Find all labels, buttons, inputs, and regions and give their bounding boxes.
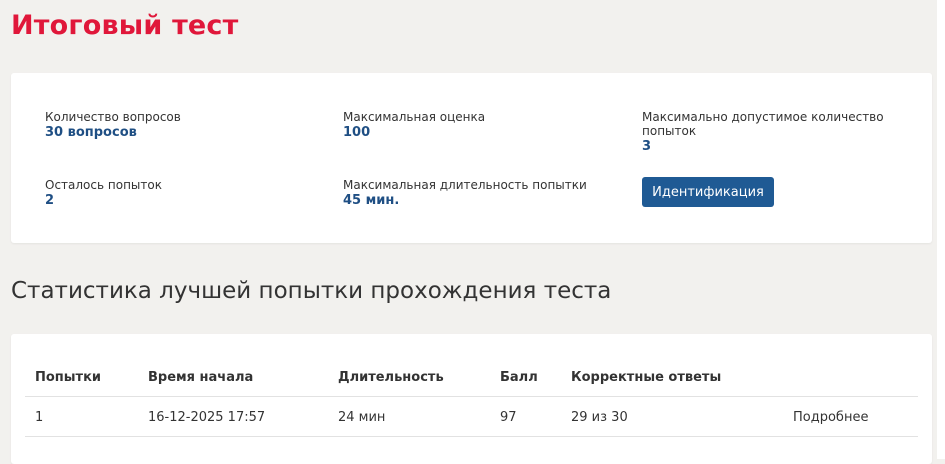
max-attempts-item: Максимально допустимое количество попыто… xyxy=(642,110,884,155)
stats-section-title: Статистика лучшей попытки прохождения те… xyxy=(11,278,612,304)
page-title: Итоговый тест xyxy=(11,10,239,41)
question-count-value: 30 вопросов xyxy=(45,125,137,140)
max-duration-value: 45 мин. xyxy=(343,193,400,208)
header-score: Балл xyxy=(500,370,538,385)
cell-correct-answers: 29 из 30 xyxy=(571,410,628,425)
stats-card: Попытки Время начала Длительность Балл К… xyxy=(11,334,932,464)
identification-button[interactable]: Идентификация xyxy=(642,177,774,207)
max-score-value: 100 xyxy=(343,125,371,140)
test-info-card: Количество вопросов 30 вопросов Максимал… xyxy=(11,73,932,243)
max-attempts-value: 3 xyxy=(642,139,652,154)
max-attempts-label-line2: попыток xyxy=(642,124,697,138)
header-correct-answers: Корректные ответы xyxy=(571,370,722,385)
details-link[interactable]: Подробнее xyxy=(793,410,868,426)
table-header-row: Попытки Время начала Длительность Балл К… xyxy=(25,356,918,397)
max-duration-label: Максимальная длительность попытки xyxy=(343,178,587,192)
attempts-left-item: Осталось попыток 2 xyxy=(45,178,162,209)
max-duration-item: Максимальная длительность попытки 45 мин… xyxy=(343,178,587,209)
header-duration: Длительность xyxy=(338,370,444,385)
header-start-time: Время начала xyxy=(148,370,254,385)
right-edge-strip xyxy=(937,0,945,459)
question-count-label: Количество вопросов xyxy=(45,110,181,124)
max-attempts-label-line1: Максимально допустимое количество xyxy=(642,110,884,124)
table-row: 1 16-12-2025 17:57 24 мин 97 29 из 30 По… xyxy=(25,396,918,437)
header-attempt: Попытки xyxy=(35,370,102,385)
attempts-left-label: Осталось попыток xyxy=(45,178,162,192)
cell-duration: 24 мин xyxy=(338,410,386,425)
max-score-label: Максимальная оценка xyxy=(343,110,486,124)
cell-score: 97 xyxy=(500,410,517,425)
cell-start-time: 16-12-2025 17:57 xyxy=(148,410,266,425)
attempts-left-value: 2 xyxy=(45,193,55,208)
max-score-item: Максимальная оценка 100 xyxy=(343,110,485,141)
question-count-item: Количество вопросов 30 вопросов xyxy=(45,110,181,141)
cell-attempt: 1 xyxy=(35,410,44,425)
